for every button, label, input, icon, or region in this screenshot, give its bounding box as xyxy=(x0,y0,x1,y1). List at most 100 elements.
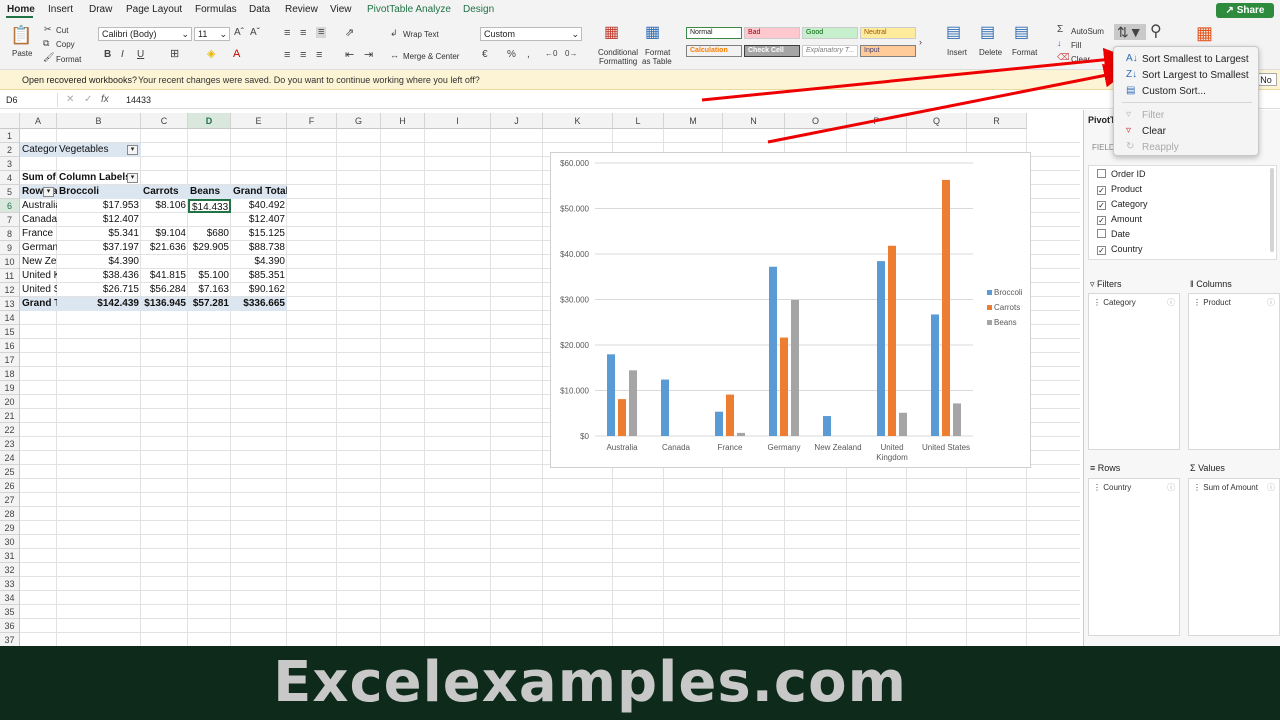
pivot-value-cell[interactable]: $85.351 xyxy=(231,269,287,283)
column-header-r[interactable]: R xyxy=(967,113,1027,129)
field-item[interactable]: ✓ Country xyxy=(1097,244,1143,255)
tab-view[interactable]: View xyxy=(330,4,352,15)
pivot-filter-label[interactable]: Category xyxy=(20,143,57,157)
column-header-a[interactable]: A xyxy=(20,113,57,129)
pivot-grand-total-cell[interactable]: $336.665 xyxy=(231,297,287,311)
row-header-29[interactable]: 29 xyxy=(0,521,20,535)
row-header-15[interactable]: 15 xyxy=(0,325,20,339)
row-header-5[interactable]: 5 xyxy=(0,185,20,199)
conditional-label[interactable]: Conditional xyxy=(598,48,638,57)
row-header-32[interactable]: 32 xyxy=(0,563,20,577)
field-item[interactable]: Date xyxy=(1097,229,1130,239)
style-normal[interactable]: Normal xyxy=(686,27,742,39)
conditional-formatting-icon[interactable]: ▦ xyxy=(604,25,619,41)
column-header-j[interactable]: J xyxy=(491,113,543,129)
row-header-28[interactable]: 28 xyxy=(0,507,20,521)
underline-icon[interactable]: U xyxy=(137,50,144,60)
analyze-data-icon[interactable]: ▦ xyxy=(1196,24,1213,42)
copy-label[interactable]: Copy xyxy=(56,40,75,49)
pivot-column-header[interactable]: Broccoli xyxy=(57,185,141,199)
info-icon[interactable]: ⓘ xyxy=(1267,482,1275,493)
tab-review[interactable]: Review xyxy=(285,4,318,15)
align-bottom-icon[interactable]: ≡ xyxy=(316,27,327,38)
pivot-grand-total-label[interactable]: Grand Total xyxy=(20,297,57,311)
format-cells-label[interactable]: Format xyxy=(1012,48,1037,57)
merge-center-button[interactable]: Merge & Center xyxy=(403,52,459,61)
row-header-1[interactable]: 1 xyxy=(0,129,20,143)
borders-icon[interactable]: ⊞ xyxy=(170,49,179,60)
percent-style-icon[interactable]: % xyxy=(507,50,516,60)
row-header-14[interactable]: 14 xyxy=(0,311,20,325)
row-header-18[interactable]: 18 xyxy=(0,367,20,381)
number-format-select[interactable]: Custom ⌄ xyxy=(480,27,582,41)
row-header-3[interactable]: 3 xyxy=(0,157,20,171)
pivot-row-label[interactable]: Australia xyxy=(20,199,57,213)
italic-icon[interactable]: I xyxy=(121,50,124,60)
checkbox-checked-icon[interactable]: ✓ xyxy=(1097,186,1106,195)
formatting-label[interactable]: Formatting xyxy=(599,57,637,66)
column-header-n[interactable]: N xyxy=(723,113,785,129)
pivot-row-label[interactable]: United Kingdom xyxy=(20,269,57,283)
field-item[interactable]: Order ID xyxy=(1097,169,1146,179)
row-header-22[interactable]: 22 xyxy=(0,423,20,437)
pivot-value-cell[interactable]: $12.407 xyxy=(57,213,141,227)
increase-indent-icon[interactable]: ⇥ xyxy=(364,50,373,61)
confirm-icon[interactable]: ✓ xyxy=(84,94,92,105)
values-item[interactable]: ⋮ Sum of Amount xyxy=(1193,483,1258,492)
rows-area[interactable]: ⋮ Country ⓘ xyxy=(1088,478,1180,636)
style-bad[interactable]: Bad xyxy=(744,27,800,39)
pivot-value-cell[interactable] xyxy=(141,213,188,227)
column-header-g[interactable]: G xyxy=(337,113,381,129)
field-item[interactable]: ✓ Amount xyxy=(1097,214,1142,225)
orientation-icon[interactable]: ⇗ xyxy=(345,28,354,39)
pivot-value-cell[interactable]: $8.106 xyxy=(141,199,188,213)
pivot-value-cell[interactable]: $4.390 xyxy=(231,255,287,269)
info-icon[interactable]: ⓘ xyxy=(1167,297,1175,308)
wrap-text-icon[interactable]: ↲ xyxy=(390,29,398,38)
share-button[interactable]: ↗ Share xyxy=(1216,3,1274,18)
pivot-value-cell[interactable]: $680 xyxy=(188,227,231,241)
pivot-row-label[interactable]: France xyxy=(20,227,57,241)
pivot-value-cell[interactable]: $90.162 xyxy=(231,283,287,297)
tab-formulas[interactable]: Formulas xyxy=(195,4,237,15)
column-header-b[interactable]: B xyxy=(57,113,141,129)
copy-icon[interactable]: ⧉ xyxy=(43,39,49,48)
field-item[interactable]: ✓ Category xyxy=(1097,199,1148,210)
align-center-icon[interactable]: ≡ xyxy=(300,50,306,61)
filters-item[interactable]: ⋮ Category xyxy=(1093,298,1136,307)
column-header-i[interactable]: I xyxy=(425,113,491,129)
column-header-c[interactable]: C xyxy=(141,113,188,129)
column-header-p[interactable]: P xyxy=(847,113,907,129)
row-header-26[interactable]: 26 xyxy=(0,479,20,493)
align-right-icon[interactable]: ≡ xyxy=(316,50,322,61)
row-header-8[interactable]: 8 xyxy=(0,227,20,241)
row-header-16[interactable]: 16 xyxy=(0,339,20,353)
column-header-m[interactable]: M xyxy=(664,113,723,129)
style-neutral[interactable]: Neutral xyxy=(860,27,916,39)
decrease-decimal-icon[interactable]: 0→ xyxy=(565,50,577,58)
column-header-q[interactable]: Q xyxy=(907,113,967,129)
tab-data[interactable]: Data xyxy=(249,4,270,15)
field-list-scrollbar[interactable] xyxy=(1270,168,1274,252)
format-as-label[interactable]: Format xyxy=(645,48,670,57)
column-header-k[interactable]: K xyxy=(543,113,613,129)
format-as-table-icon[interactable]: ▦ xyxy=(645,25,660,41)
cancel-icon[interactable]: ✕ xyxy=(66,94,74,105)
menu-clear[interactable]: Clear xyxy=(1142,126,1166,137)
pivot-value-cell[interactable] xyxy=(188,213,231,227)
pivot-row-label[interactable]: United States xyxy=(20,283,57,297)
pivot-value-cell[interactable]: $12.407 xyxy=(231,213,287,227)
paste-label[interactable]: Paste xyxy=(12,49,32,58)
column-header-e[interactable]: E xyxy=(231,113,287,129)
column-header-f[interactable]: F xyxy=(287,113,337,129)
fx-icon[interactable]: fx xyxy=(101,94,109,105)
bold-icon[interactable]: B xyxy=(104,50,111,60)
info-icon[interactable]: ⓘ xyxy=(1267,297,1275,308)
tab-pivottable-analyze[interactable]: PivotTable Analyze xyxy=(367,4,451,15)
pivot-value-cell[interactable]: $41.815 xyxy=(141,269,188,283)
pivot-chart[interactable]: $0 $10.000 $20.000 $30.000 $40.000 $50.000 $60… xyxy=(550,152,1031,468)
decrease-indent-icon[interactable]: ⇤ xyxy=(345,50,354,61)
pivot-value-cell[interactable]: $7.163 xyxy=(188,283,231,297)
select-all-corner[interactable] xyxy=(0,113,20,129)
pivot-value-cell[interactable]: $29.905 xyxy=(188,241,231,255)
